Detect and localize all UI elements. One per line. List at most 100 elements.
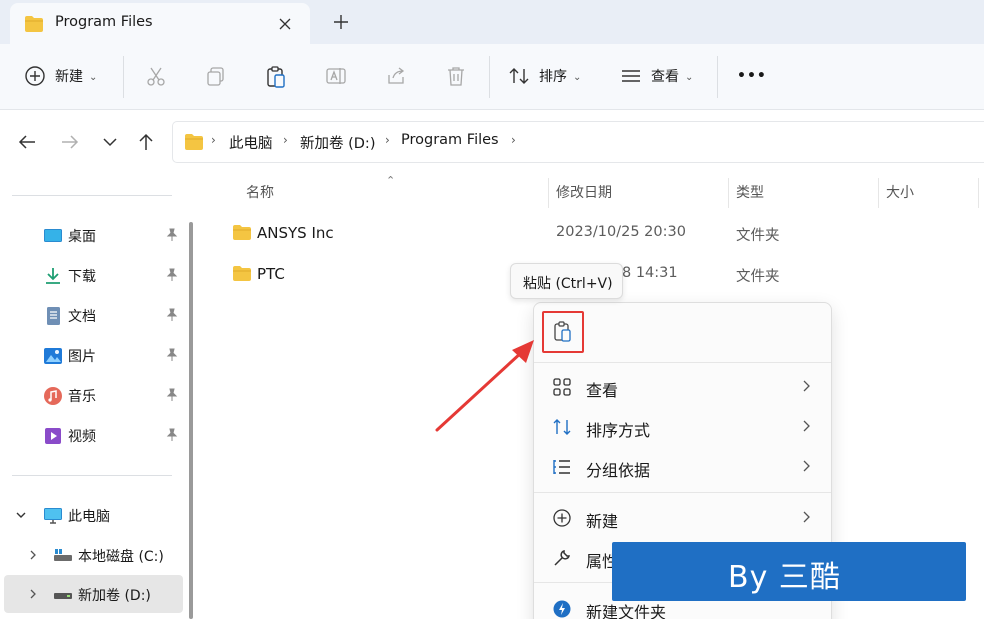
chevron-down-icon: ⌄	[573, 71, 582, 83]
new-button[interactable]: 新建 ⌄	[24, 44, 97, 108]
copy-icon[interactable]	[205, 65, 227, 87]
cut-icon[interactable]	[145, 65, 167, 87]
column-header-type[interactable]: 类型	[736, 182, 764, 202]
table-row[interactable]: ANSYS Inc 2023/10/25 20:30 文件夹	[230, 216, 980, 252]
sidebar-item-desktop[interactable]: 桌面	[0, 216, 186, 254]
chevron-down-icon: ⌄	[685, 71, 694, 83]
download-icon	[46, 268, 60, 284]
more-options-button[interactable]: •••	[737, 44, 767, 108]
menu-item-sort-by[interactable]: 排序方式	[534, 407, 831, 447]
sidebar-scrollbar[interactable]	[189, 222, 193, 619]
menu-item-label: 新建文件夹	[586, 603, 667, 619]
chevron-right-icon	[803, 420, 810, 432]
sidebar-item-this-pc[interactable]: 此电脑	[0, 496, 186, 534]
pin-icon[interactable]	[165, 308, 179, 322]
column-divider[interactable]	[728, 178, 729, 208]
delete-icon[interactable]	[445, 65, 467, 87]
sidebar-item-videos[interactable]: 视频	[0, 416, 186, 454]
plus-circle-icon	[25, 66, 45, 86]
paste-tooltip: 粘贴 (Ctrl+V)	[510, 263, 623, 299]
chevron-right-icon[interactable]	[26, 587, 40, 601]
folder-icon	[25, 16, 43, 32]
column-divider[interactable]	[878, 178, 879, 208]
sidebar-item-pictures[interactable]: 图片	[0, 336, 186, 374]
sidebar-item-label: 桌面	[68, 229, 96, 245]
folder-icon	[233, 266, 251, 281]
video-icon	[45, 428, 61, 444]
pin-icon[interactable]	[165, 268, 179, 282]
sort-icon	[509, 68, 529, 84]
menu-item-group-by[interactable]: 分组依据	[534, 447, 831, 487]
add-tab-icon[interactable]	[330, 11, 352, 33]
tooltip-text: 粘贴 (Ctrl+V)	[523, 276, 613, 292]
close-icon[interactable]	[274, 13, 296, 35]
sidebar-item-drive-c[interactable]: 本地磁盘 (C:)	[0, 536, 186, 574]
pictures-icon	[44, 348, 62, 364]
folder-icon	[233, 225, 251, 240]
chevron-right-icon: ›	[385, 133, 390, 147]
column-header-size[interactable]: 大小	[886, 182, 914, 202]
sidebar-item-label: 图片	[68, 349, 96, 365]
group-list-icon	[553, 460, 570, 474]
pin-icon[interactable]	[165, 388, 179, 402]
wrench-icon	[554, 549, 571, 566]
rename-icon[interactable]	[325, 65, 347, 87]
drive-windows-icon	[54, 549, 72, 561]
divider	[12, 195, 172, 196]
sidebar-item-music[interactable]: 音乐	[0, 376, 186, 414]
pin-icon[interactable]	[165, 428, 179, 442]
sidebar-item-label: 此电脑	[68, 509, 110, 525]
menu-item-view[interactable]: 查看	[534, 367, 831, 407]
share-icon[interactable]	[385, 65, 407, 87]
column-header-date[interactable]: 修改日期	[556, 182, 612, 202]
watermark-text: By 三酷	[728, 560, 841, 595]
view-list-icon	[622, 70, 640, 82]
grid-icon	[553, 378, 571, 396]
view-label: 查看	[651, 69, 679, 85]
paste-icon	[554, 321, 571, 342]
divider	[489, 56, 490, 98]
navigation-bar: › 此电脑 › 新加卷 (D:) › Program Files ›	[0, 110, 984, 174]
pin-icon[interactable]	[165, 348, 179, 362]
paste-icon[interactable]	[265, 65, 287, 89]
menu-item-label: 新建	[586, 512, 619, 531]
context-menu-quick-actions	[534, 303, 831, 363]
divider	[123, 56, 124, 98]
computer-icon	[44, 508, 62, 524]
sidebar-item-label: 文档	[68, 309, 96, 325]
column-divider[interactable]	[978, 178, 979, 208]
desktop-icon	[44, 229, 62, 242]
paste-button[interactable]	[542, 311, 584, 353]
column-header-name[interactable]: 名称	[246, 182, 274, 202]
sidebar-item-downloads[interactable]: 下载	[0, 256, 186, 294]
breadcrumb-drive-d[interactable]: 新加卷 (D:)	[300, 132, 375, 153]
address-bar[interactable]: › 此电脑 › 新加卷 (D:) › Program Files ›	[172, 121, 984, 163]
sidebar-item-label: 视频	[68, 429, 96, 445]
file-date: 2023/10/25 20:30	[556, 224, 686, 240]
sort-button[interactable]: 排序 ⌄	[508, 44, 581, 108]
up-arrow-icon[interactable]	[134, 130, 158, 154]
sidebar-item-drive-d[interactable]: 新加卷 (D:)	[4, 575, 183, 613]
sort-icon	[553, 419, 571, 435]
back-arrow-icon[interactable]	[15, 130, 39, 154]
breadcrumb-program-files[interactable]: Program Files	[401, 132, 499, 148]
menu-item-new[interactable]: 新建	[534, 498, 831, 538]
chevron-down-icon[interactable]	[14, 508, 28, 522]
chevron-right-icon: ›	[283, 133, 288, 147]
pin-icon[interactable]	[165, 228, 179, 242]
column-divider[interactable]	[548, 178, 549, 208]
chevron-right-icon[interactable]	[26, 548, 40, 562]
divider	[534, 492, 831, 493]
view-button[interactable]: 查看 ⌄	[620, 44, 693, 108]
chevron-right-icon	[803, 511, 810, 523]
sidebar-item-documents[interactable]: 文档	[0, 296, 186, 334]
sidebar-item-label: 本地磁盘 (C:)	[78, 549, 164, 565]
chevron-right-icon: ›	[211, 133, 216, 147]
breadcrumb-this-pc[interactable]: 此电脑	[229, 132, 273, 153]
tab-program-files[interactable]: Program Files	[10, 3, 310, 44]
watermark-banner: By 三酷	[612, 542, 966, 601]
forward-arrow-icon[interactable]	[58, 130, 82, 154]
new-folder-icon	[553, 600, 571, 618]
recent-chevron-icon[interactable]	[98, 130, 122, 154]
sidebar-item-label: 音乐	[68, 389, 96, 405]
